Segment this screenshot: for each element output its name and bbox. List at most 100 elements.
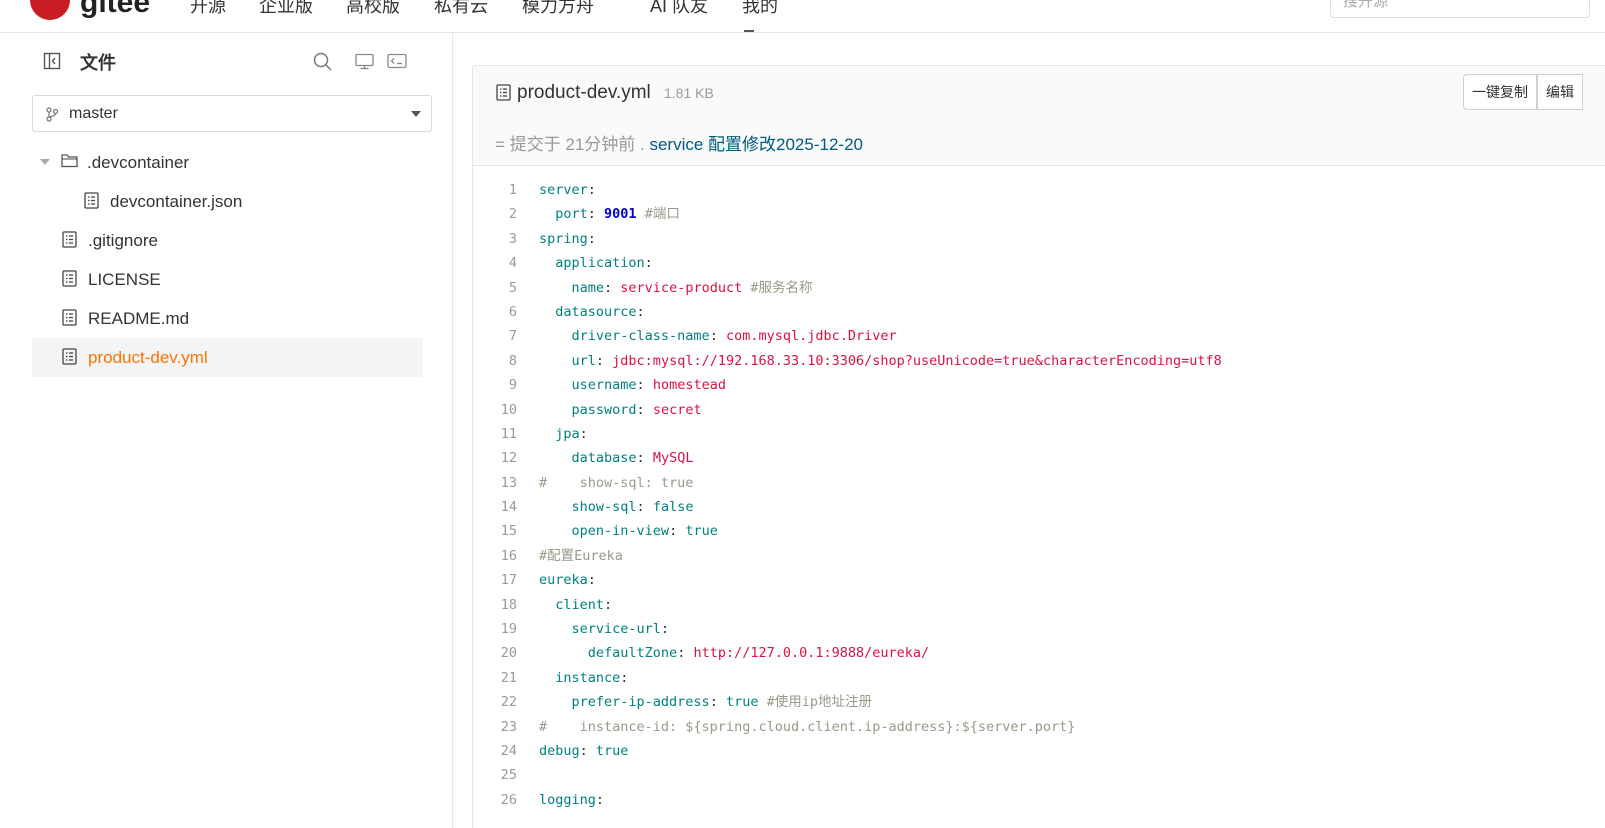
line-number[interactable]: 9 bbox=[473, 373, 517, 397]
tree-item-label: devcontainer.json bbox=[110, 192, 243, 211]
last-commit: = 提交于 21分钟前 . service 配置修改2025-12-20 bbox=[495, 130, 863, 155]
code-text: name: service-product #服务名称 bbox=[571, 279, 813, 296]
tree-item-file-active[interactable]: product-dev.yml bbox=[32, 338, 423, 377]
line-number[interactable]: 26 bbox=[473, 788, 517, 812]
code-text: jpa: bbox=[555, 425, 588, 442]
code-text: prefer-ip-address: true #使用ip地址注册 bbox=[571, 694, 872, 711]
nav-link-enterprise[interactable]: 企业版 bbox=[259, 0, 313, 18]
code-line: 18 client: bbox=[473, 593, 1605, 617]
nav-link-mine[interactable]: 我的 bbox=[742, 0, 778, 18]
file-icon bbox=[62, 348, 78, 366]
gitee-logo-text[interactable]: gitee bbox=[80, 0, 150, 20]
branch-name: master bbox=[69, 105, 118, 122]
code-text: #配置Eureka bbox=[539, 547, 623, 564]
code-text: open-in-view: true bbox=[571, 523, 718, 540]
nav-link-education[interactable]: 高校版 bbox=[346, 0, 400, 18]
tree-item-file[interactable]: README.md bbox=[32, 299, 423, 338]
code-line: 25 bbox=[473, 763, 1605, 787]
code-line: 20 defaultZone: http://127.0.0.1:9888/eu… bbox=[473, 641, 1605, 665]
commit-prefix: = 提交于 21分钟前 . bbox=[495, 135, 650, 154]
code-line: 7 driver-class-name: com.mysql.jdbc.Driv… bbox=[473, 324, 1605, 348]
tree-item-file[interactable]: devcontainer.json bbox=[32, 182, 423, 221]
code-text: password: secret bbox=[571, 401, 702, 418]
line-number[interactable]: 18 bbox=[473, 593, 517, 617]
line-number[interactable]: 7 bbox=[473, 324, 517, 348]
line-number[interactable]: 11 bbox=[473, 422, 517, 446]
line-number[interactable]: 10 bbox=[473, 398, 517, 422]
line-number[interactable]: 24 bbox=[473, 739, 517, 763]
branch-icon bbox=[45, 106, 59, 122]
edit-button[interactable]: 编辑 bbox=[1537, 74, 1583, 110]
branch-selector[interactable]: master bbox=[32, 95, 432, 132]
tree-item-label: README.md bbox=[88, 309, 190, 328]
code-line: 23 # instance-id: ${spring.cloud.client.i… bbox=[473, 715, 1605, 739]
collapse-sidebar-icon[interactable] bbox=[42, 52, 62, 70]
line-number[interactable]: 14 bbox=[473, 495, 517, 519]
code-line: 24 debug: true bbox=[473, 739, 1605, 763]
file-size: 1.81 KB bbox=[664, 85, 714, 101]
file-icon bbox=[62, 309, 78, 327]
code-editor-icon[interactable] bbox=[386, 52, 408, 70]
code-line: 9 username: homestead bbox=[473, 373, 1605, 397]
search-icon[interactable] bbox=[312, 51, 332, 71]
tree-item-file[interactable]: LICENSE bbox=[32, 260, 423, 299]
code-text: eureka: bbox=[539, 572, 596, 589]
gitee-logo-icon[interactable] bbox=[30, 0, 70, 20]
nav-link-model-ark[interactable]: 模力方舟 bbox=[522, 0, 594, 18]
line-number[interactable]: 23 bbox=[473, 715, 517, 739]
line-number[interactable]: 3 bbox=[473, 227, 517, 251]
line-number[interactable]: 16 bbox=[473, 544, 517, 568]
chevron-down-icon[interactable] bbox=[40, 159, 50, 165]
sidebar-header: 文件 bbox=[32, 45, 422, 77]
code-text: # instance-id: ${spring.cloud.client.ip-… bbox=[539, 718, 1076, 735]
file-sidebar: 文件 master .devcontainer devcontainer.jso… bbox=[0, 33, 453, 828]
code-text: datasource: bbox=[555, 303, 645, 320]
nav-link-opensource[interactable]: 开源 bbox=[190, 0, 226, 18]
nav-active-indicator bbox=[744, 30, 754, 32]
line-number[interactable]: 20 bbox=[473, 641, 517, 665]
line-number[interactable]: 25 bbox=[473, 763, 517, 787]
tree-item-folder[interactable]: .devcontainer bbox=[32, 143, 423, 182]
file-actions: 一键复制 编辑 bbox=[1463, 74, 1583, 110]
line-number[interactable]: 4 bbox=[473, 251, 517, 275]
nav-search-input[interactable]: 搜开源 bbox=[1330, 0, 1590, 18]
line-number[interactable]: 15 bbox=[473, 519, 517, 543]
file-icon bbox=[62, 270, 78, 288]
line-number[interactable]: 2 bbox=[473, 202, 517, 226]
line-number[interactable]: 13 bbox=[473, 471, 517, 495]
code-line: 3 spring: bbox=[473, 227, 1605, 251]
sidebar-title: 文件 bbox=[80, 53, 116, 73]
commit-message-link[interactable]: service 配置修改2025-12-20 bbox=[649, 135, 863, 154]
tree-item-label: product-dev.yml bbox=[88, 348, 208, 367]
tree-item-label: .gitignore bbox=[88, 231, 158, 250]
line-number[interactable]: 1 bbox=[473, 178, 517, 202]
line-number[interactable]: 8 bbox=[473, 349, 517, 373]
code-text: database: MySQL bbox=[571, 450, 694, 467]
desktop-icon[interactable] bbox=[354, 52, 374, 70]
code-view: 1 server: 2 port: 9001 #端口 3 spring: 4 applic… bbox=[473, 178, 1605, 812]
code-text: debug: true bbox=[539, 742, 629, 759]
code-text: url: jdbc:mysql://192.168.33.10:3306/sho… bbox=[571, 352, 1222, 369]
code-line: 8 url: jdbc:mysql://192.168.33.10:3306/s… bbox=[473, 349, 1605, 373]
file-name: product-dev.yml bbox=[517, 82, 651, 103]
code-line: 16 #配置Eureka bbox=[473, 544, 1605, 568]
folder-icon bbox=[61, 153, 78, 171]
copy-all-button[interactable]: 一键复制 bbox=[1463, 74, 1537, 110]
code-line: 26 logging: bbox=[473, 788, 1605, 812]
nav-link-private-cloud[interactable]: 私有云 bbox=[434, 0, 488, 18]
line-number[interactable]: 12 bbox=[473, 446, 517, 470]
line-number[interactable]: 22 bbox=[473, 690, 517, 714]
code-line: 5 name: service-product #服务名称 bbox=[473, 276, 1605, 300]
code-line: 14 show-sql: false bbox=[473, 495, 1605, 519]
nav-link-ai-teammate[interactable]: AI 队友 bbox=[650, 0, 708, 18]
tree-item-label: .devcontainer bbox=[87, 153, 190, 172]
line-number[interactable]: 17 bbox=[473, 568, 517, 592]
code-line: 13 # show-sql: true bbox=[473, 471, 1605, 495]
line-number[interactable]: 21 bbox=[473, 666, 517, 690]
line-number[interactable]: 19 bbox=[473, 617, 517, 641]
line-number[interactable]: 5 bbox=[473, 276, 517, 300]
tree-item-file[interactable]: .gitignore bbox=[32, 221, 423, 260]
file-icon bbox=[62, 231, 78, 249]
line-number[interactable]: 6 bbox=[473, 300, 517, 324]
file-icon bbox=[84, 192, 100, 210]
